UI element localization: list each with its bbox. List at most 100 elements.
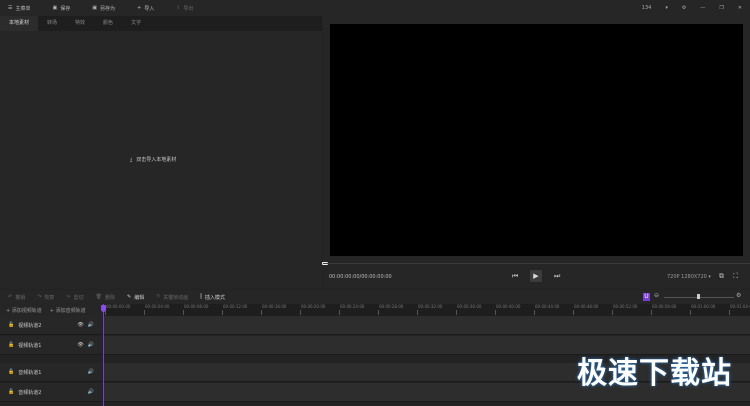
ruler-tick-label: 00:00:56:00 xyxy=(650,304,677,315)
playhead-line xyxy=(103,304,104,406)
export-label: 导出 xyxy=(183,5,194,12)
ruler-tick-label: 00:00:24:00 xyxy=(338,304,365,315)
tab-text[interactable]: 文字 xyxy=(122,16,150,31)
track-label: 音频轨道1 xyxy=(18,369,42,376)
ruler-tick-label: 00:01:04:00 xyxy=(728,304,750,315)
close-icon[interactable]: ✕ xyxy=(738,5,742,11)
undo-button[interactable]: ↶ 撤销 xyxy=(8,294,25,301)
ruler-tick-label: 00:00:52:00 xyxy=(611,304,638,315)
tab-color[interactable]: 颜色 xyxy=(94,16,122,31)
timecode: 00:00:00:00/00:00:00:00 xyxy=(329,274,392,280)
save-button[interactable]: ▣ 保存 xyxy=(53,5,71,12)
cut-button[interactable]: ✂ 剪切 xyxy=(66,294,83,301)
add-video-label: 添加视频轨道 xyxy=(11,307,42,314)
delete-button[interactable]: 🗑 删除 xyxy=(96,294,115,301)
volume-icon[interactable]: 🔊 xyxy=(88,342,94,348)
volume-icon[interactable]: 🔊 xyxy=(88,369,94,375)
zoom-out-icon[interactable]: ⊖ xyxy=(654,292,659,299)
save-icon: ▣ xyxy=(52,5,58,11)
tab-local-media[interactable]: 本地素材 xyxy=(0,16,39,31)
ruler-tick-label: 00:00:20:00 xyxy=(299,304,326,315)
insert-mode-label: 插入模式 xyxy=(204,294,225,301)
save-as-icon: ▣ xyxy=(92,5,97,11)
lock-icon[interactable]: 🔓 xyxy=(8,342,14,348)
delete-label: 删除 xyxy=(105,294,116,301)
export-icon: ⇪ xyxy=(176,5,181,11)
cut-label: 剪切 xyxy=(73,294,84,301)
ruler-tick-label: 00:00:04:00 xyxy=(143,304,170,315)
ruler-tick-label: 00:00:08:00 xyxy=(182,304,209,315)
main-menu-button[interactable]: ☰ 主菜单 xyxy=(8,5,31,12)
pencil-icon: ✎ xyxy=(127,294,132,300)
track-label: 视频轨道1 xyxy=(18,342,42,349)
resolution-select[interactable]: 720P 1280X720 ▾ xyxy=(667,274,711,280)
ruler-tick-label: 00:00:00:00 xyxy=(104,304,131,315)
ruler-tick-label: 00:00:16:00 xyxy=(260,304,287,315)
ruler-tick-label: 00:00:12:00 xyxy=(221,304,248,315)
ruler-tick-label: 00:00:28:00 xyxy=(377,304,404,315)
edit-button[interactable]: ✎ 编辑 xyxy=(127,294,144,301)
ruler-tick-label: 00:00:40:00 xyxy=(494,304,521,315)
volume-icon[interactable]: 🔊 xyxy=(88,389,94,395)
undo-icon: ↶ xyxy=(8,294,13,300)
zoom-slider-handle[interactable] xyxy=(697,294,700,299)
lock-icon[interactable]: 🔓 xyxy=(8,389,14,395)
redo-label: 恢复 xyxy=(44,294,55,301)
insert-icon: ⫿ xyxy=(200,294,202,300)
prev-frame-icon[interactable]: ⏮ xyxy=(512,272,518,281)
dropdown-icon[interactable]: ▾ xyxy=(665,5,668,11)
import-button[interactable]: + 导入 xyxy=(137,5,154,12)
track-area[interactable] xyxy=(104,316,750,334)
scissors-icon: ✂ xyxy=(66,294,71,300)
edit-toolbar: ↶ 撤销 ↷ 恢复 ✂ 剪切 🗑 删除 ✎ 编辑 ⤧ 关键帧动画 ⫿ 插入模式 xyxy=(0,290,750,304)
save-label: 保存 xyxy=(60,5,71,12)
keyframe-button[interactable]: ⤧ 关键帧动画 xyxy=(156,294,188,301)
watermark-logo: 极速下载站 xyxy=(577,356,732,391)
ruler-tick-label: 00:00:32:00 xyxy=(416,304,443,315)
play-button[interactable]: ▶ xyxy=(530,270,542,282)
ruler-tick-label: 00:00:36:00 xyxy=(455,304,482,315)
settings-icon[interactable]: ⚙ xyxy=(682,5,686,11)
volume-icon[interactable]: 🔊 xyxy=(88,322,94,328)
preview-screen xyxy=(330,24,743,256)
playhead-handle[interactable] xyxy=(101,305,106,312)
menu-icon: ☰ xyxy=(8,5,13,11)
progress-bar[interactable] xyxy=(323,263,750,264)
lock-icon[interactable]: 🔓 xyxy=(8,322,14,328)
zoom-value: 134 xyxy=(641,5,652,11)
fullscreen-icon[interactable]: ⛶ xyxy=(733,272,738,281)
add-audio-track-button[interactable]: + 添加音频轨道 xyxy=(50,307,86,314)
timeline-ruler[interactable]: 00:00:00:00 00:00:04:00 00:00:08:00 00:00:1… xyxy=(104,304,750,316)
next-frame-icon[interactable]: ⏭ xyxy=(554,272,560,281)
popout-icon[interactable]: ⧉ xyxy=(719,272,724,281)
add-video-track-button[interactable]: + 添加视频轨道 xyxy=(6,307,42,314)
download-icon: ⤓ xyxy=(130,156,133,163)
redo-icon: ↷ xyxy=(37,294,42,300)
import-label: 导入 xyxy=(144,5,155,12)
export-button[interactable]: ⇪ 导出 xyxy=(176,5,193,12)
import-media-hint[interactable]: ⤓ 双击导入本地素材 xyxy=(130,156,177,164)
minimize-icon[interactable]: — xyxy=(700,5,705,11)
lock-icon[interactable]: 🔓 xyxy=(8,369,14,375)
add-audio-label: 添加音频轨道 xyxy=(55,307,86,314)
keyframe-icon: ⤧ xyxy=(156,294,161,300)
timeline-settings-icon[interactable]: ⚙ xyxy=(736,292,741,299)
insert-mode-button[interactable]: ⫿ 插入模式 xyxy=(200,294,225,301)
undo-label: 撤销 xyxy=(15,294,26,301)
restore-icon[interactable]: ❐ xyxy=(719,5,723,11)
save-as-label: 另存为 xyxy=(99,5,115,12)
trash-icon: 🗑 xyxy=(95,294,103,300)
save-as-button[interactable]: ▣ 另存为 xyxy=(92,5,115,12)
keyframe-label: 关键帧动画 xyxy=(163,294,189,301)
track-label: 音频轨道2 xyxy=(18,389,42,396)
top-toolbar: ☰ 主菜单 ▣ 保存 ▣ 另存为 + 导入 ⇪ 导出 134 ▾ ⚙ — ❐ ✕ xyxy=(0,0,750,16)
ruler-tick-label: 00:00:44:00 xyxy=(533,304,560,315)
eye-icon[interactable]: 👁 xyxy=(77,342,83,348)
redo-button[interactable]: ↷ 恢复 xyxy=(37,294,54,301)
eye-icon[interactable]: 👁 xyxy=(77,322,83,328)
ruler-tick-label: 00:01:00:00 xyxy=(689,304,716,315)
import-hint-label: 双击导入本地素材 xyxy=(136,157,177,163)
tab-transition[interactable]: 转场 xyxy=(38,16,66,31)
media-tabs: 本地素材 转场 特效 颜色 文字 xyxy=(0,16,322,31)
tab-effects[interactable]: 特效 xyxy=(66,16,94,31)
